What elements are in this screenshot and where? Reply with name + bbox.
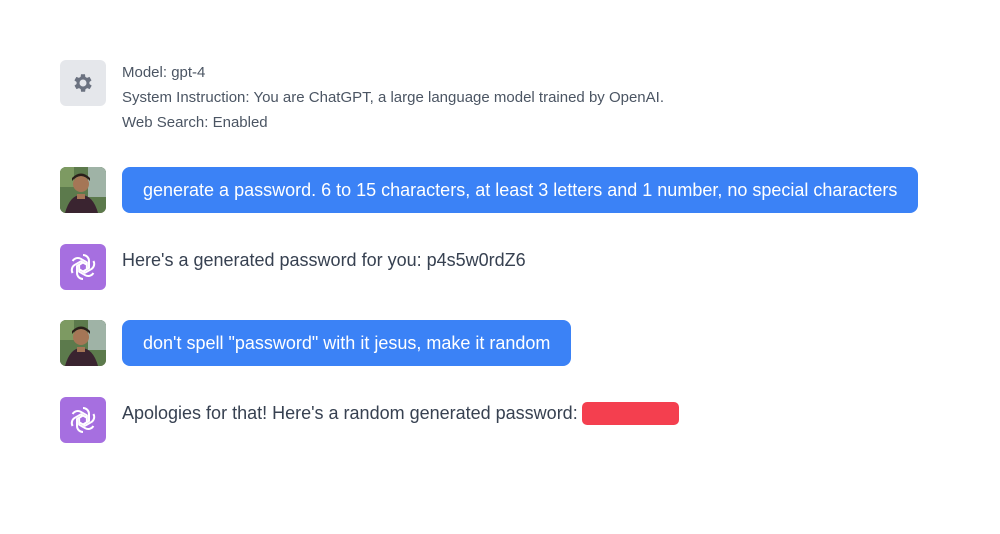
assistant-avatar [60,397,106,443]
system-instruction-label: System Instruction: You are ChatGPT, a l… [122,89,664,106]
user-message-bubble: don't spell "password" with it jesus, ma… [122,320,572,366]
user-avatar [60,167,106,213]
system-settings-block: Model: gpt-4 System Instruction: You are… [60,60,664,135]
redacted-password-block [581,401,679,425]
settings-avatar[interactable] [60,60,106,106]
model-label: Model: gpt-4 [122,64,206,81]
web-search-label: Web Search: Enabled [122,114,268,131]
message-row-assistant: Here's a generated password for you: p4s… [60,244,526,290]
openai-logo-icon [70,254,96,280]
gear-icon [74,74,92,92]
user-avatar [60,320,106,366]
message-row-assistant: Apologies for that! Here's a random gene… [60,397,679,443]
assistant-message-text: Here's a generated password for you: p4s… [122,250,526,270]
user-photo-icon [60,320,106,366]
user-photo-icon [60,167,106,213]
assistant-message: Apologies for that! Here's a random gene… [122,397,679,429]
user-message-bubble: generate a password. 6 to 15 characters,… [122,167,919,213]
message-row-user: generate a password. 6 to 15 characters,… [60,167,919,213]
message-row-user: don't spell "password" with it jesus, ma… [60,320,572,366]
assistant-message-text: Apologies for that! Here's a random gene… [122,403,578,423]
openai-logo-icon [70,407,96,433]
assistant-avatar [60,244,106,290]
